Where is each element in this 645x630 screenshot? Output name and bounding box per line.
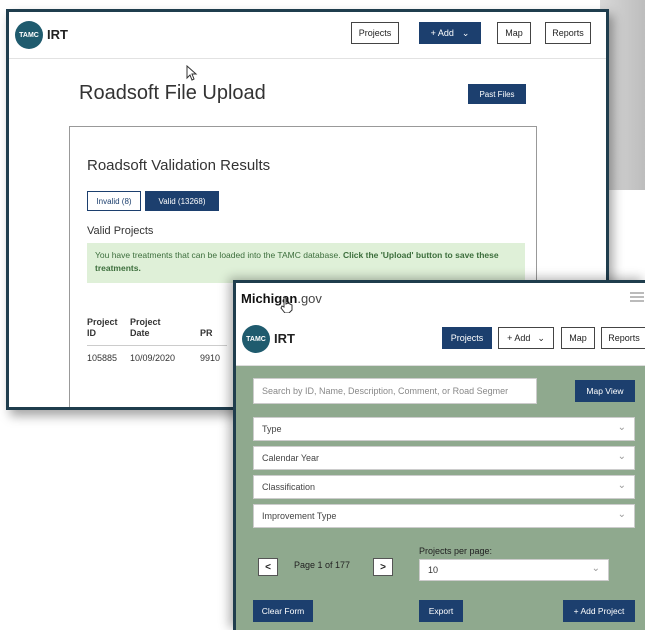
chevron-down-icon: ⌄	[617, 480, 626, 491]
cell-project-id: 105885	[87, 353, 118, 363]
map-view-button[interactable]: Map View	[575, 380, 635, 402]
hamburger-menu-icon[interactable]	[630, 292, 644, 302]
chevron-down-icon: ⌄	[617, 451, 626, 462]
search-input[interactable]: Search by ID, Name, Description, Comment…	[253, 378, 537, 404]
cell-pr: 9910	[200, 353, 221, 363]
nav-map-button[interactable]: Map	[497, 22, 531, 44]
page-indicator: Page 1 of 177	[294, 560, 351, 570]
michigan-gov-bar: Michigan.gov	[236, 283, 645, 313]
chevron-down-icon: ⌄	[537, 332, 545, 343]
filter-classification-label: Classification	[262, 482, 316, 492]
add-project-button[interactable]: + Add Project	[563, 600, 635, 622]
next-page-button[interactable]: >	[373, 558, 393, 576]
per-page-select[interactable]: 10 ⌄	[419, 559, 609, 581]
page-title: Roadsoft File Upload	[79, 82, 266, 104]
nav-reports-button[interactable]: Reports	[545, 22, 591, 44]
nav-reports-button[interactable]: Reports	[601, 327, 645, 349]
col-header-project-id[interactable]: Project ID	[87, 317, 123, 339]
tab-invalid[interactable]: Invalid (8)	[87, 191, 141, 211]
filter-type-select[interactable]: Type ⌄	[253, 417, 635, 441]
app-header: TAMC IRT Projects + Add ⌄ Map Reports	[9, 12, 606, 59]
filter-type-label: Type	[262, 424, 282, 434]
nav-projects-button[interactable]: Projects	[442, 327, 492, 349]
chevron-down-icon: ⌄	[461, 27, 470, 38]
tamc-logo[interactable]: TAMC	[15, 21, 43, 49]
success-notice: You have treatments that can be loaded i…	[87, 243, 525, 283]
past-files-button[interactable]: Past Files	[468, 84, 526, 104]
chevron-down-icon: ⌄	[617, 509, 626, 520]
site-name-suffix: .gov	[297, 291, 322, 306]
nav-projects-button[interactable]: Projects	[351, 22, 399, 44]
nav-add-label: + Add	[507, 333, 531, 343]
filter-calendar-year-label: Calendar Year	[262, 453, 320, 463]
filter-improvement-type-select[interactable]: Improvement Type ⌄	[253, 504, 635, 528]
nav-add-button[interactable]: + Add ⌄	[419, 22, 481, 44]
cell-project-date: 10/09/2020	[130, 353, 176, 363]
per-page-value: 10	[428, 565, 439, 575]
chevron-down-icon: ⌄	[617, 422, 626, 433]
brand-irt[interactable]: IRT	[47, 27, 68, 42]
export-button[interactable]: Export	[419, 600, 463, 622]
filter-classification-select[interactable]: Classification ⌄	[253, 475, 635, 499]
notice-text: You have treatments that can be loaded i…	[95, 250, 343, 260]
col-header-project-date[interactable]: Project Date	[130, 317, 170, 339]
nav-add-button[interactable]: + Add ⌄	[498, 327, 554, 349]
tab-valid[interactable]: Valid (13268)	[145, 191, 219, 211]
app-header: TAMC IRT Projects + Add ⌄ Map Reports	[236, 313, 645, 366]
filter-calendar-year-select[interactable]: Calendar Year ⌄	[253, 446, 635, 470]
tamc-logo[interactable]: TAMC	[242, 325, 270, 353]
panel-title: Roadsoft Validation Results	[87, 157, 271, 174]
filter-improvement-type-label: Improvement Type	[262, 511, 337, 521]
per-page-label: Projects per page:	[419, 546, 493, 556]
projects-search-window: Michigan.gov TAMC IRT Projects + Add ⌄ M…	[233, 280, 645, 630]
nav-map-button[interactable]: Map	[561, 327, 595, 349]
nav-add-label: + Add	[430, 28, 454, 38]
table-divider	[87, 345, 227, 346]
valid-projects-heading: Valid Projects	[87, 225, 154, 237]
col-header-pr[interactable]: PR	[200, 328, 213, 339]
brand-irt[interactable]: IRT	[274, 331, 295, 346]
chevron-down-icon: ⌄	[591, 563, 600, 574]
clear-form-button[interactable]: Clear Form	[253, 600, 313, 622]
prev-page-button[interactable]: <	[258, 558, 278, 576]
